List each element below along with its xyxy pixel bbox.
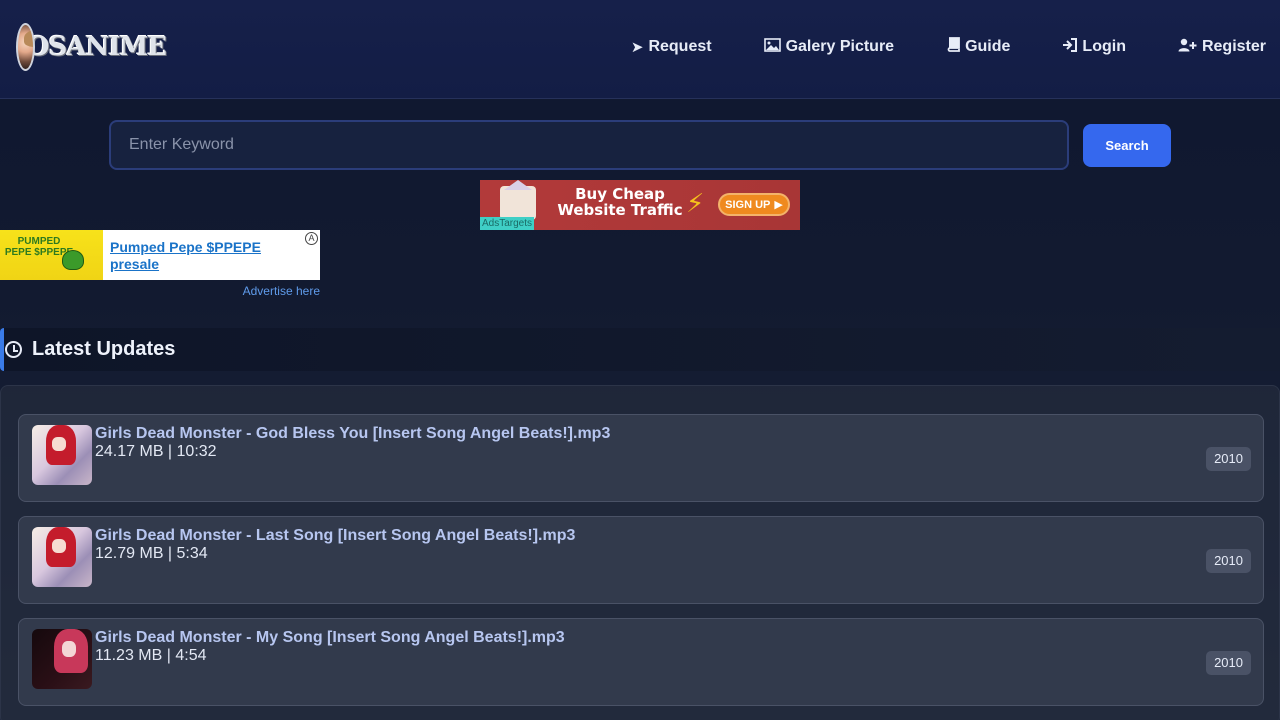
item-year-badge: 2010 bbox=[1206, 549, 1251, 573]
image-icon bbox=[763, 37, 781, 56]
banner-ad[interactable]: Buy Cheap Website Traffic ⚡ SIGN UP ▶ Ad… bbox=[480, 180, 800, 230]
nav-guide-label: Guide bbox=[965, 37, 1011, 55]
item-meta: 12.79 MB | 5:34 bbox=[95, 545, 208, 562]
logo-text: OSANIME bbox=[26, 32, 167, 62]
banner-ad-tag: AdsTargets bbox=[480, 217, 535, 230]
nav-galery-label: Galery Picture bbox=[785, 37, 895, 55]
item-thumbnail[interactable] bbox=[32, 527, 92, 587]
main-nav: ➤ Request Galery Picture Guide Login Reg… bbox=[579, 37, 1266, 56]
ad-choices-icon[interactable]: A bbox=[305, 232, 318, 245]
section-title: Latest Updates bbox=[32, 338, 176, 360]
side-ad-image[interactable]: PUMPED PEPE $PPEPE bbox=[0, 230, 103, 280]
nav-register[interactable]: Register bbox=[1178, 37, 1266, 56]
user-plus-icon bbox=[1178, 38, 1197, 56]
list-item[interactable]: Girls Dead Monster - God Bless You [Inse… bbox=[18, 414, 1264, 502]
clock-icon bbox=[5, 341, 22, 358]
nav-guide[interactable]: Guide bbox=[946, 37, 1010, 56]
item-meta: 11.23 MB | 4:54 bbox=[95, 647, 207, 664]
item-meta: 24.17 MB | 10:32 bbox=[95, 443, 217, 460]
updates-list: Girls Dead Monster - God Bless You [Inse… bbox=[0, 385, 1280, 720]
play-icon: ▶ bbox=[774, 199, 783, 211]
item-thumbnail[interactable] bbox=[32, 425, 92, 485]
nav-register-label: Register bbox=[1201, 37, 1266, 55]
paper-plane-icon: ➤ bbox=[630, 38, 644, 56]
side-ad-link[interactable]: Pumped Pepe $PPEPE presale bbox=[110, 239, 300, 273]
nav-request-label: Request bbox=[648, 37, 712, 55]
nav-galery-picture[interactable]: Galery Picture bbox=[763, 37, 895, 56]
sign-in-icon bbox=[1062, 37, 1078, 56]
banner-signup-label: SIGN UP bbox=[725, 198, 771, 211]
site-logo[interactable]: OSANIME bbox=[16, 22, 167, 72]
item-title[interactable]: Girls Dead Monster - My Song [Insert Son… bbox=[95, 629, 565, 647]
list-item[interactable]: Girls Dead Monster - Last Song [Insert S… bbox=[18, 516, 1264, 604]
side-ad[interactable]: PUMPED PEPE $PPEPE Pumped Pepe $PPEPE pr… bbox=[0, 230, 320, 280]
banner-ad-text: Buy Cheap Website Traffic bbox=[557, 185, 683, 219]
nav-request[interactable]: ➤ Request bbox=[631, 37, 712, 56]
book-icon bbox=[946, 37, 960, 56]
latest-updates-header: Latest Updates bbox=[0, 328, 1280, 371]
site-header: OSANIME ➤ Request Galery Picture Guide L… bbox=[0, 0, 1280, 99]
nav-login[interactable]: Login bbox=[1062, 37, 1126, 56]
banner-signup-button[interactable]: SIGN UP ▶ bbox=[718, 193, 790, 216]
search-input[interactable] bbox=[109, 120, 1069, 170]
item-year-badge: 2010 bbox=[1206, 447, 1251, 471]
item-title[interactable]: Girls Dead Monster - God Bless You [Inse… bbox=[95, 425, 610, 443]
lightning-icon: ⚡ bbox=[686, 188, 705, 218]
search-button[interactable]: Search bbox=[1083, 124, 1171, 167]
nav-login-label: Login bbox=[1082, 37, 1126, 55]
list-item[interactable]: Girls Dead Monster - My Song [Insert Son… bbox=[18, 618, 1264, 706]
logo-avatar-icon bbox=[16, 23, 35, 71]
item-year-badge: 2010 bbox=[1206, 651, 1251, 675]
frog-icon bbox=[62, 250, 84, 270]
item-thumbnail[interactable] bbox=[32, 629, 92, 689]
house-icon bbox=[500, 180, 536, 220]
advertise-here-link[interactable]: Advertise here bbox=[243, 284, 320, 298]
item-title[interactable]: Girls Dead Monster - Last Song [Insert S… bbox=[95, 527, 575, 545]
